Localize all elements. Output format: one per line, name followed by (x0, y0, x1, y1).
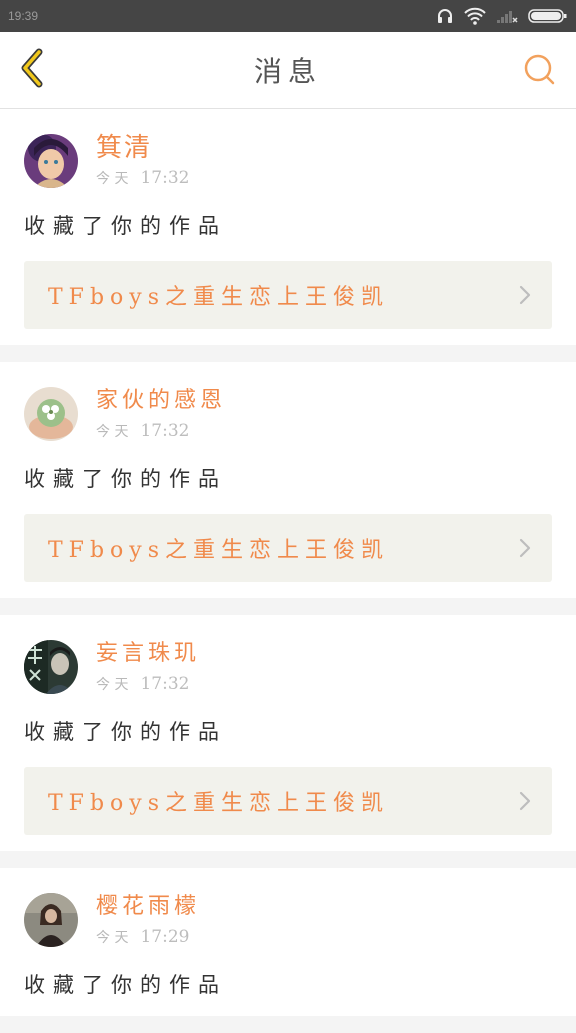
action-text: 收藏了你的作品 (24, 214, 227, 238)
message-meta: 箕清 今 天 17:32 (96, 134, 189, 188)
header-bar: 消息 (0, 32, 576, 109)
timestamp: 今 天 17:32 (96, 421, 226, 441)
action-text: 收藏了你的作品 (24, 720, 227, 744)
message-meta: 家伙的感恩 今 天 17:32 (96, 387, 226, 441)
message-header: 妄言珠玑 今 天 17:32 (24, 639, 552, 695)
message-meta: 樱花雨檬 今 天 17:29 (96, 893, 200, 947)
timestamp: 今 天 17:32 (96, 674, 200, 694)
status-icons (436, 7, 568, 25)
avatar[interactable] (24, 387, 78, 441)
signal-icon (496, 8, 518, 24)
battery-icon (528, 8, 568, 24)
timestamp: 今 天 17:29 (96, 927, 200, 947)
time-label: 17:32 (140, 168, 190, 188)
timestamp: 今 天 17:32 (96, 168, 189, 188)
day-label: 今 天 (96, 424, 129, 440)
username[interactable]: 妄言珠玑 (96, 640, 200, 668)
status-time: 19:39 (8, 9, 39, 23)
message-meta: 妄言珠玑 今 天 17:32 (96, 640, 200, 694)
avatar[interactable] (24, 640, 78, 694)
chevron-left-icon (17, 48, 47, 92)
message-header: 箕清 今 天 17:32 (24, 133, 552, 189)
chevron-right-icon (518, 790, 532, 812)
work-title: TFboys之重生恋上王俊凯 (48, 285, 389, 310)
action-text: 收藏了你的作品 (24, 467, 227, 491)
work-title: TFboys之重生恋上王俊凯 (48, 538, 389, 563)
back-button[interactable] (12, 48, 52, 92)
headphones-icon (436, 7, 454, 25)
page-title: 消息 (253, 55, 322, 88)
work-link[interactable]: TFboys之重生恋上王俊凯 (24, 514, 552, 582)
username[interactable]: 箕清 (96, 134, 189, 162)
time-label: 17:32 (140, 421, 190, 441)
chevron-right-icon (518, 537, 532, 559)
time-label: 17:29 (140, 927, 190, 947)
message-header: 樱花雨檬 今 天 17:29 (24, 892, 552, 948)
time-label: 17:32 (140, 674, 190, 694)
work-link[interactable]: TFboys之重生恋上王俊凯 (24, 261, 552, 329)
status-bar: 19:39 (0, 0, 576, 32)
work-link[interactable]: TFboys之重生恋上王俊凯 (24, 767, 552, 835)
day-label: 今 天 (96, 930, 129, 946)
avatar[interactable] (24, 134, 78, 188)
message-header: 家伙的感恩 今 天 17:32 (24, 386, 552, 442)
wifi-icon (464, 7, 486, 25)
search-button[interactable] (520, 52, 558, 90)
message-card: 家伙的感恩 今 天 17:32 收藏了你的作品 TFboys之重生恋上王俊凯 (0, 362, 576, 598)
username[interactable]: 樱花雨檬 (96, 893, 200, 921)
message-list: 箕清 今 天 17:32 收藏了你的作品 TFboys之重生恋上王俊凯 家伙的感… (0, 109, 576, 1033)
work-title: TFboys之重生恋上王俊凯 (48, 791, 389, 816)
avatar[interactable] (24, 893, 78, 947)
chevron-right-icon (518, 284, 532, 306)
message-card: 妄言珠玑 今 天 17:32 收藏了你的作品 TFboys之重生恋上王俊凯 (0, 615, 576, 851)
day-label: 今 天 (96, 677, 129, 693)
action-text: 收藏了你的作品 (24, 973, 227, 997)
search-icon (522, 52, 556, 90)
message-card: 箕清 今 天 17:32 收藏了你的作品 TFboys之重生恋上王俊凯 (0, 109, 576, 345)
message-card: 樱花雨檬 今 天 17:29 收藏了你的作品 (0, 868, 576, 1016)
username[interactable]: 家伙的感恩 (96, 387, 226, 415)
day-label: 今 天 (96, 171, 129, 187)
